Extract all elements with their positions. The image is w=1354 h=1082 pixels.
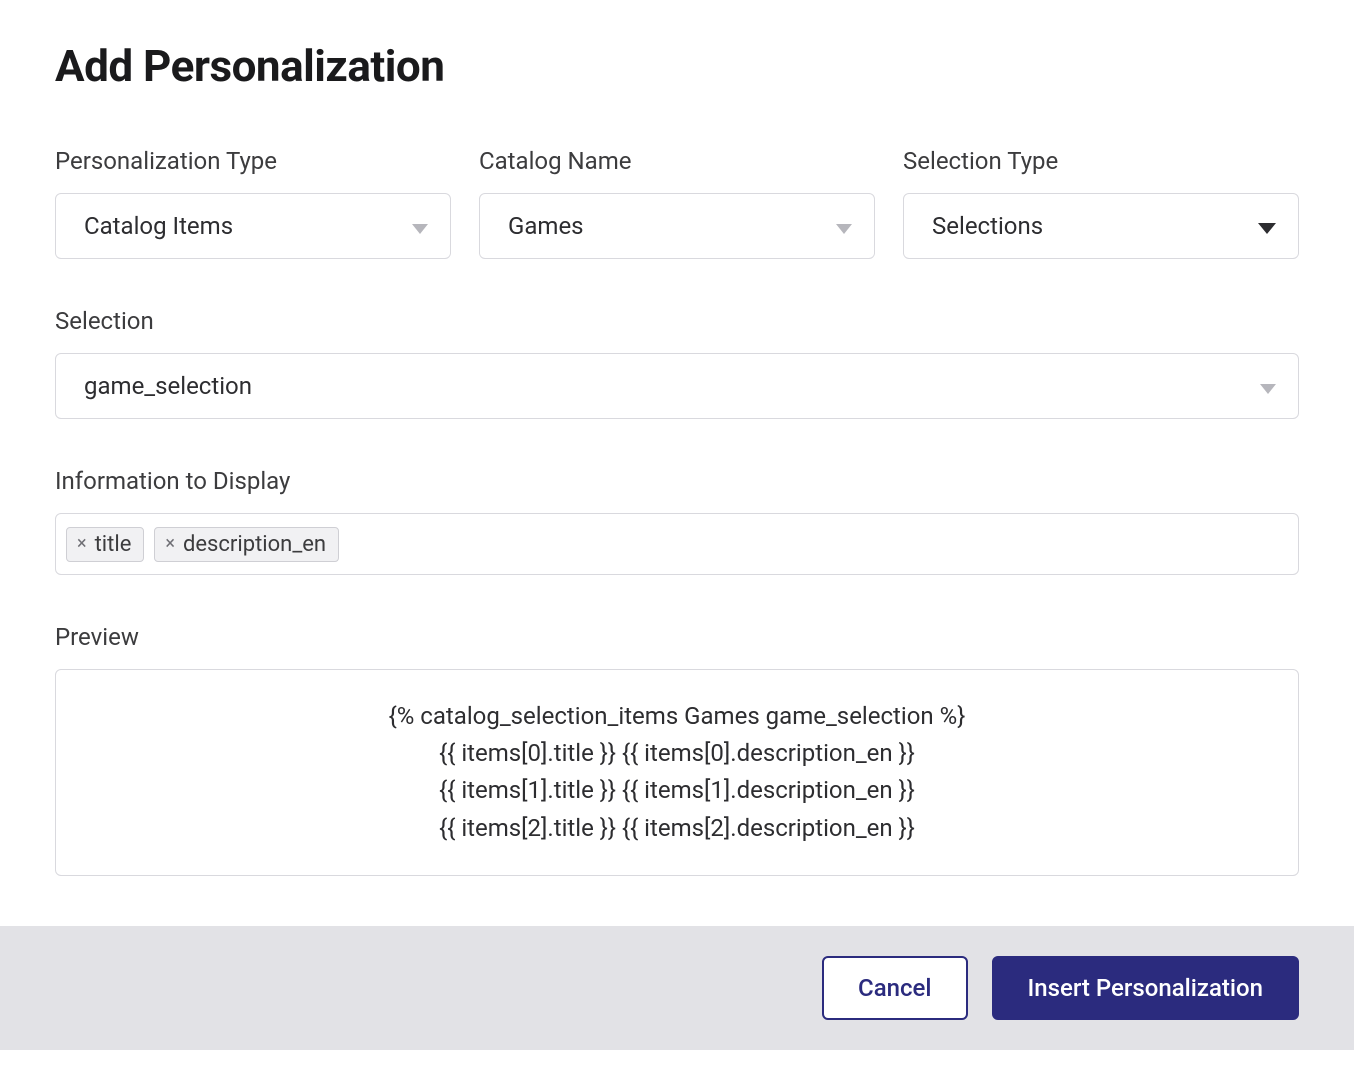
label-catalog-name: Catalog Name bbox=[479, 147, 875, 175]
add-personalization-modal: Add Personalization Personalization Type… bbox=[0, 0, 1354, 1050]
tag-title: × title bbox=[66, 527, 144, 562]
modal-body: Add Personalization Personalization Type… bbox=[0, 0, 1354, 926]
preview-line: {% catalog_selection_items Games game_se… bbox=[76, 698, 1278, 735]
select-catalog-name[interactable]: Games bbox=[479, 193, 875, 259]
select-selection[interactable]: game_selection bbox=[55, 353, 1299, 419]
preview-line: {{ items[1].title }} {{ items[1].descrip… bbox=[76, 772, 1278, 809]
label-personalization-type: Personalization Type bbox=[55, 147, 451, 175]
chevron-down-icon bbox=[412, 212, 428, 240]
select-selection-type[interactable]: Selections bbox=[903, 193, 1299, 259]
field-preview: Preview {% catalog_selection_items Games… bbox=[55, 623, 1299, 876]
field-info-to-display: Information to Display × title × descrip… bbox=[55, 467, 1299, 575]
chevron-down-icon bbox=[836, 212, 852, 240]
tag-description-en: × description_en bbox=[154, 527, 339, 562]
tag-label: description_en bbox=[183, 532, 326, 557]
remove-tag-icon[interactable]: × bbox=[77, 535, 87, 553]
select-selection-type-value: Selections bbox=[932, 212, 1043, 240]
label-selection-type: Selection Type bbox=[903, 147, 1299, 175]
row-top: Personalization Type Catalog Items Catal… bbox=[55, 147, 1299, 259]
select-selection-value: game_selection bbox=[84, 372, 252, 400]
modal-footer: Cancel Insert Personalization bbox=[0, 926, 1354, 1050]
select-personalization-type[interactable]: Catalog Items bbox=[55, 193, 451, 259]
remove-tag-icon[interactable]: × bbox=[165, 535, 175, 553]
label-info-to-display: Information to Display bbox=[55, 467, 1299, 495]
preview-line: {{ items[2].title }} {{ items[2].descrip… bbox=[76, 810, 1278, 847]
select-personalization-type-value: Catalog Items bbox=[84, 212, 233, 240]
cancel-button[interactable]: Cancel bbox=[822, 956, 967, 1020]
field-selection: Selection game_selection bbox=[55, 307, 1299, 419]
insert-personalization-button[interactable]: Insert Personalization bbox=[992, 956, 1300, 1020]
label-preview: Preview bbox=[55, 623, 1299, 651]
preview-box: {% catalog_selection_items Games game_se… bbox=[55, 669, 1299, 876]
tag-label: title bbox=[95, 532, 132, 557]
label-selection: Selection bbox=[55, 307, 1299, 335]
page-title: Add Personalization bbox=[55, 40, 1299, 92]
tags-input[interactable]: × title × description_en bbox=[55, 513, 1299, 575]
chevron-down-icon bbox=[1258, 212, 1276, 240]
field-personalization-type: Personalization Type Catalog Items bbox=[55, 147, 451, 259]
preview-line: {{ items[0].title }} {{ items[0].descrip… bbox=[76, 735, 1278, 772]
field-selection-type: Selection Type Selections bbox=[903, 147, 1299, 259]
chevron-down-icon bbox=[1260, 372, 1276, 400]
select-catalog-name-value: Games bbox=[508, 212, 584, 240]
field-catalog-name: Catalog Name Games bbox=[479, 147, 875, 259]
